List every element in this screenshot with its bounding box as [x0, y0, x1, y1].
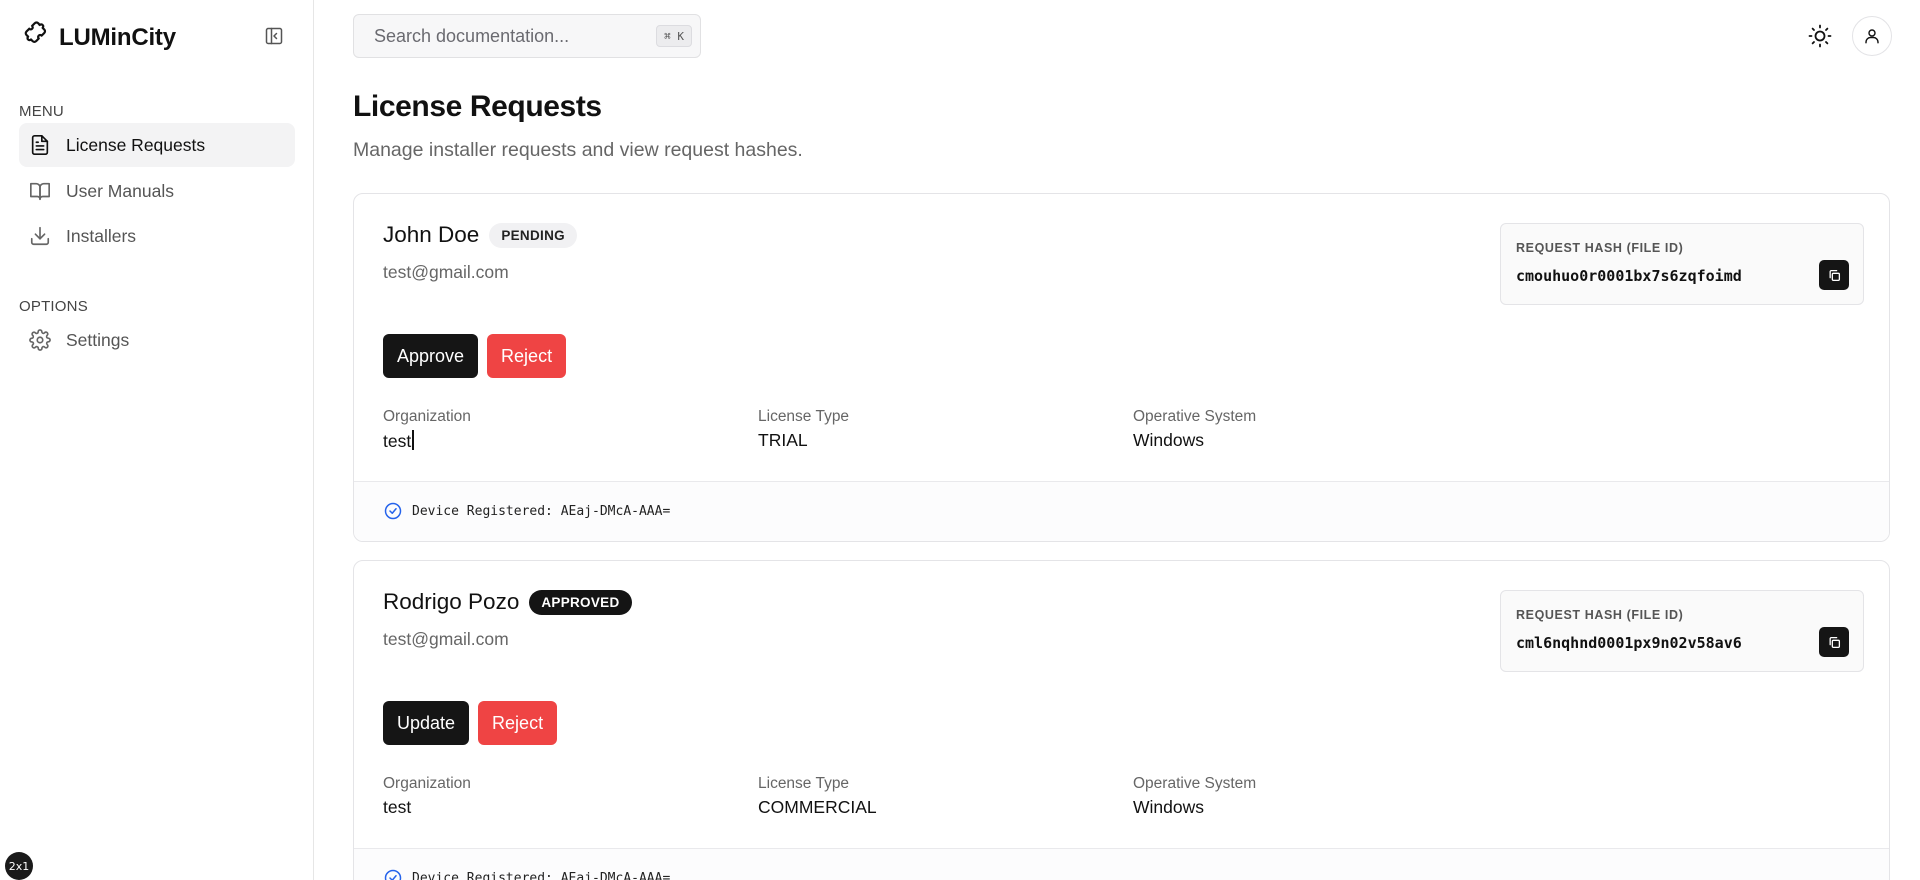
- copy-icon: [1829, 636, 1840, 648]
- gear-icon: [29, 329, 51, 351]
- os-field: Operative System Windows: [1133, 775, 1256, 818]
- request-details: Organization test License Type TRIAL Ope…: [383, 408, 1283, 458]
- update-button[interactable]: Update: [383, 701, 470, 745]
- status-badge: APPROVED: [529, 589, 632, 615]
- organization-field: Organization test: [383, 775, 471, 818]
- request-hash-box: REQUEST HASH (FILE ID) cml6nqhnd0001px9n…: [1500, 590, 1864, 672]
- os-value: Windows: [1133, 430, 1204, 450]
- os-field: Operative System Windows: [1133, 408, 1256, 451]
- sidebar-item-settings[interactable]: Settings: [19, 318, 295, 362]
- sidebar-item-label: License Requests: [66, 134, 206, 155]
- sidebar-item-license-requests[interactable]: License Requests: [19, 123, 295, 167]
- sidebar: LUMinCity MENU License Requests User Man…: [0, 0, 314, 880]
- copy-hash-button[interactable]: [1819, 627, 1849, 657]
- collapse-sidebar-button[interactable]: [262, 24, 286, 48]
- brand-logo[interactable]: LUMinCity: [19, 20, 176, 55]
- requester-name: John Doe: [383, 222, 480, 247]
- puzzle-logo-icon: [19, 20, 49, 55]
- theme-toggle-button[interactable]: [1804, 20, 1836, 52]
- user-menu-button[interactable]: [1852, 16, 1892, 56]
- book-icon: [30, 182, 50, 201]
- check-circle-icon: [384, 502, 402, 520]
- license-type-value: TRIAL: [758, 430, 808, 450]
- organization-field: Organization test: [383, 408, 471, 452]
- reject-button[interactable]: Reject: [487, 334, 567, 378]
- request-hash-box: REQUEST HASH (FILE ID) cmouhuo0r0001bx7s…: [1500, 223, 1864, 305]
- request-card: John Doe PENDING test@gmail.com REQUEST …: [353, 193, 1890, 542]
- check-circle-icon: [384, 869, 402, 880]
- corner-badge[interactable]: 2x1: [5, 852, 33, 880]
- requester-name: Rodrigo Pozo: [383, 589, 520, 614]
- search-input[interactable]: Search documentation... ⌘ K: [353, 14, 701, 58]
- requester-email: test@gmail.com: [383, 629, 509, 649]
- sun-icon: [1808, 24, 1832, 48]
- user-icon: [1865, 29, 1879, 44]
- page-title: License Requests: [353, 90, 602, 123]
- options-section-label: OPTIONS: [19, 298, 88, 315]
- field-label: Organization: [383, 408, 471, 425]
- sidebar-item-user-manuals[interactable]: User Manuals: [19, 169, 295, 213]
- reject-button[interactable]: Reject: [478, 701, 558, 745]
- hash-value: cmouhuo0r0001bx7s6zqfoimd: [1516, 267, 1742, 285]
- download-icon: [30, 226, 50, 246]
- hash-value: cml6nqhnd0001px9n02v58av6: [1516, 634, 1742, 652]
- copy-hash-button[interactable]: [1819, 260, 1849, 290]
- device-registered-text: Device Registered: AEaj-DMcA-AAA=: [412, 870, 671, 880]
- field-label: Operative System: [1133, 775, 1257, 792]
- sidebar-item-installers[interactable]: Installers: [19, 214, 295, 258]
- field-label: License Type: [758, 408, 850, 425]
- os-value: Windows: [1133, 797, 1204, 817]
- search-placeholder: Search documentation...: [374, 25, 570, 46]
- sidebar-item-label: Installers: [66, 225, 137, 246]
- menu-section-label: MENU: [19, 103, 64, 120]
- brand-name: LUMinCity: [59, 23, 176, 51]
- organization-value: test: [383, 797, 412, 817]
- requester-email: test@gmail.com: [383, 262, 509, 282]
- sidebar-item-label: User Manuals: [66, 180, 174, 201]
- approve-button[interactable]: Approve: [383, 334, 479, 378]
- card-footer: Device Registered: AEaj-DMcA-AAA=: [354, 481, 1889, 541]
- search-shortcut-hint: ⌘ K: [656, 25, 692, 47]
- hash-label: REQUEST HASH (FILE ID): [1516, 608, 1684, 622]
- text-caret: [412, 430, 414, 450]
- request-card: Rodrigo Pozo APPROVED test@gmail.com REQ…: [353, 560, 1890, 880]
- license-type-value: COMMERCIAL: [758, 797, 877, 817]
- field-label: Operative System: [1133, 408, 1257, 425]
- panel-left-icon: [265, 27, 283, 45]
- page-subtitle: Manage installer requests and view reque…: [353, 139, 803, 161]
- license-type-field: License Type COMMERCIAL: [758, 775, 877, 818]
- document-icon: [31, 135, 49, 155]
- card-footer: Device Registered: AEaj-DMcA-AAA=: [354, 848, 1889, 880]
- device-registered-text: Device Registered: AEaj-DMcA-AAA=: [412, 503, 671, 519]
- hash-label: REQUEST HASH (FILE ID): [1516, 241, 1684, 255]
- field-label: Organization: [383, 775, 471, 792]
- organization-value[interactable]: test: [383, 430, 471, 452]
- sidebar-item-label: Settings: [66, 329, 130, 350]
- license-type-field: License Type TRIAL: [758, 408, 849, 451]
- copy-icon: [1829, 269, 1840, 281]
- field-label: License Type: [758, 775, 850, 792]
- request-details: Organization test License Type COMMERCIA…: [383, 775, 1283, 825]
- organization-text: test: [383, 431, 412, 451]
- status-badge: PENDING: [489, 222, 577, 248]
